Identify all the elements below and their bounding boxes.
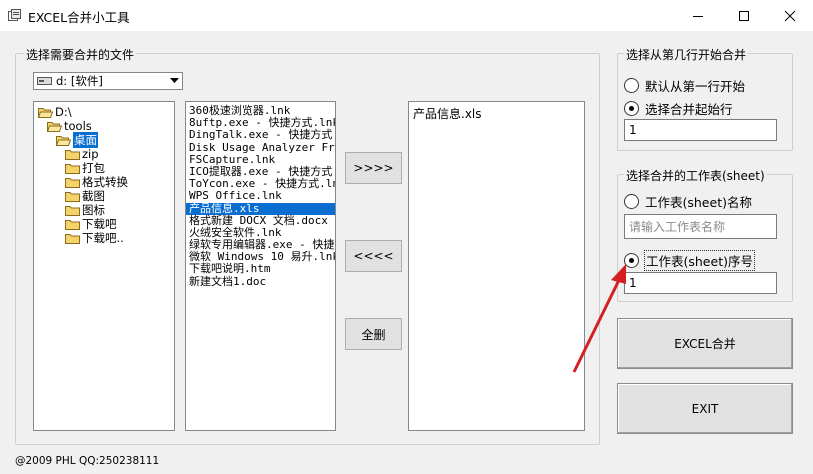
tree-node[interactable]: 下载吧.. bbox=[65, 231, 124, 245]
add-files-button[interactable]: >>>> bbox=[345, 152, 402, 184]
tree-node[interactable]: 下载吧 bbox=[65, 217, 117, 231]
tree-node[interactable]: 截图 bbox=[65, 189, 105, 203]
minimize-icon bbox=[693, 15, 703, 17]
file-list[interactable]: 360极速浏览器.lnk 8uftp.exe - 快捷方式.lnk DingTalk… bbox=[185, 101, 336, 431]
close-button[interactable] bbox=[767, 0, 813, 31]
drive-select-value: d: [软件] bbox=[56, 74, 103, 88]
remove-files-button[interactable]: <<<< bbox=[345, 240, 402, 272]
start-row-group-label: 选择从第几行开始合并 bbox=[624, 46, 749, 63]
folder-open-icon bbox=[37, 107, 54, 118]
radio-default-start-label: 默认从第一行开始 bbox=[645, 79, 746, 94]
tree-node[interactable]: 图标 bbox=[65, 203, 105, 217]
file-list-item[interactable]: Disk Usage Analyzer Free bbox=[186, 141, 335, 154]
sheet-group-label: 选择合并的工作表(sheet) bbox=[624, 167, 767, 184]
drive-select[interactable]: d: [软件] bbox=[33, 72, 183, 90]
selected-file-item[interactable]: 产品信息.xls bbox=[413, 105, 580, 122]
footer-copyright: @2009 PHL QQ:250238111 bbox=[15, 455, 160, 467]
clear-files-button[interactable]: 全删 bbox=[345, 318, 402, 350]
app-icon bbox=[8, 9, 21, 22]
folder-icon bbox=[65, 205, 80, 216]
tree-node[interactable]: D:\ bbox=[37, 105, 72, 119]
folder-icon bbox=[65, 163, 80, 174]
maximize-button[interactable] bbox=[721, 0, 767, 31]
radio-sheet-name[interactable]: 工作表(sheet)名称 bbox=[624, 192, 752, 211]
radio-button[interactable] bbox=[624, 194, 639, 209]
close-icon bbox=[784, 10, 796, 21]
window-title: EXCEL合并小工具 bbox=[28, 10, 130, 25]
sheet-name-input[interactable]: 请输入工作表名称 bbox=[624, 214, 777, 239]
maximize-icon bbox=[739, 10, 749, 21]
exit-button[interactable]: EXIT bbox=[617, 383, 793, 434]
annotation-arrow-icon bbox=[572, 264, 626, 373]
file-list-item[interactable]: 产品信息.xls bbox=[186, 202, 335, 215]
title-bar: EXCEL合并小工具 bbox=[0, 0, 813, 31]
tree-node-label: 下载吧.. bbox=[82, 231, 124, 245]
radio-sheet-index-label: 工作表(sheet)序号 bbox=[644, 250, 755, 271]
folder-open-icon bbox=[55, 135, 72, 146]
file-list-item[interactable]: WPS Office.lnk bbox=[186, 190, 335, 202]
file-list-item[interactable]: 新建文档1.doc bbox=[186, 275, 335, 288]
file-list-item[interactable]: DingTalk.exe - 快捷方式 bbox=[186, 129, 335, 141]
start-row-input[interactable]: 1 bbox=[624, 119, 777, 141]
tree-node-label: 桌面 bbox=[73, 132, 98, 148]
radio-button[interactable] bbox=[624, 101, 639, 116]
tree-node[interactable]: 格式转换 bbox=[65, 175, 128, 189]
chevron-down-icon bbox=[169, 78, 179, 83]
radio-custom-start-label: 选择合并起始行 bbox=[645, 102, 733, 117]
tree-node-label: zip bbox=[82, 147, 99, 161]
selected-files-list[interactable]: 产品信息.xls bbox=[408, 101, 585, 431]
tree-node[interactable]: zip bbox=[65, 147, 99, 161]
tree-node-label: tools bbox=[64, 119, 92, 133]
file-list-item[interactable]: 下载吧说明.htm bbox=[186, 263, 335, 275]
folder-open-icon bbox=[46, 121, 63, 132]
folder-icon bbox=[65, 149, 80, 160]
tree-node-label: D:\ bbox=[55, 105, 72, 119]
files-group-label: 选择需要合并的文件 bbox=[24, 46, 137, 63]
drive-select-dropdown[interactable] bbox=[166, 73, 182, 89]
folder-icon bbox=[65, 219, 80, 230]
sheet-index-input[interactable]: 1 bbox=[624, 272, 777, 294]
tree-node[interactable]: tools bbox=[46, 119, 92, 133]
radio-button[interactable] bbox=[624, 78, 639, 93]
folder-icon bbox=[65, 191, 80, 202]
radio-sheet-index[interactable]: 工作表(sheet)序号 bbox=[624, 250, 755, 271]
radio-sheet-name-label: 工作表(sheet)名称 bbox=[645, 195, 752, 210]
minimize-button[interactable] bbox=[675, 0, 721, 31]
radio-custom-start[interactable]: 选择合并起始行 bbox=[624, 99, 733, 118]
tree-node[interactable]: 打包 bbox=[65, 161, 105, 175]
folder-icon bbox=[65, 177, 80, 188]
folder-tree[interactable]: D:\ tools 桌面 zip 打包 格式转换 截图 图标 下载吧 下载吧.. bbox=[33, 101, 175, 431]
radio-default-start[interactable]: 默认从第一行开始 bbox=[624, 76, 745, 95]
folder-icon bbox=[65, 233, 80, 244]
merge-button[interactable]: EXCEL合并 bbox=[617, 318, 793, 369]
tree-node[interactable]: 桌面 bbox=[55, 132, 98, 148]
drive-icon bbox=[37, 77, 52, 85]
